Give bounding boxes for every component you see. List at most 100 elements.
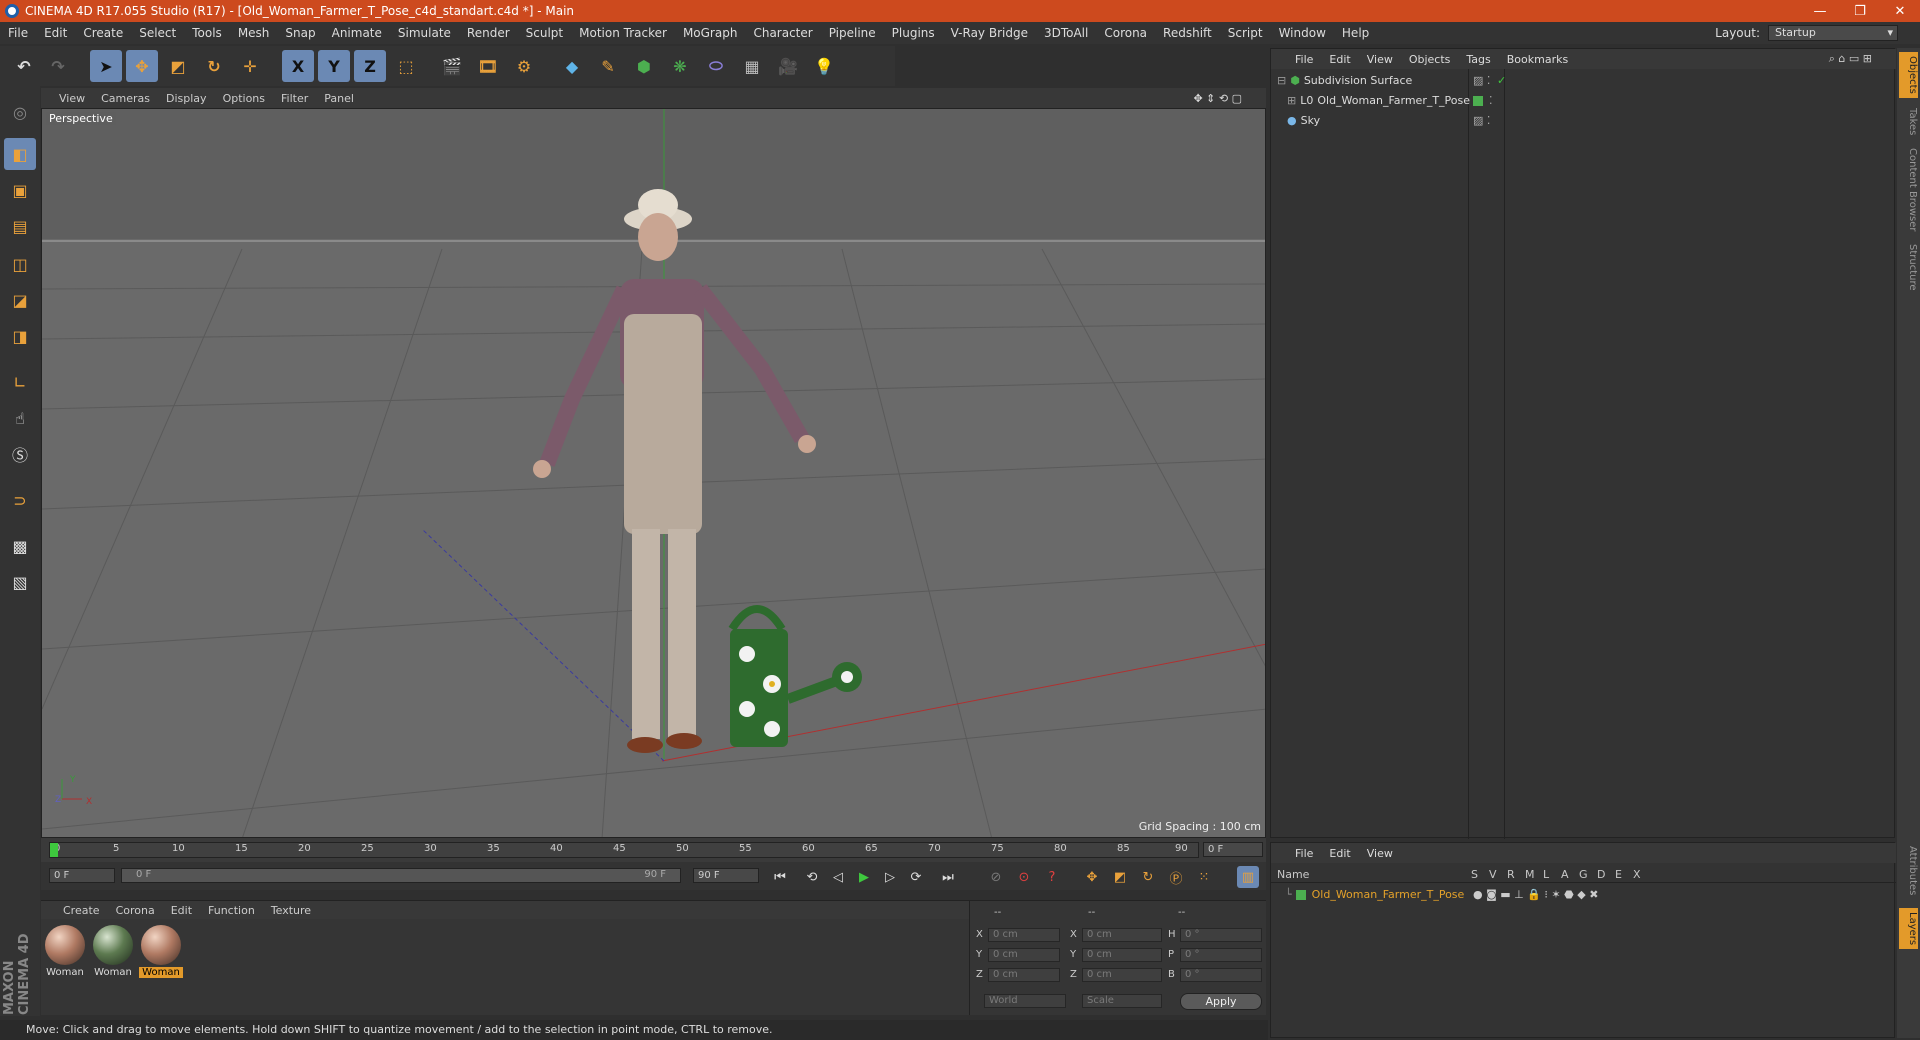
key-scale-icon[interactable]: ◩ [1109, 866, 1131, 888]
tweak-mode-icon[interactable]: ☝ [4, 402, 36, 434]
tab-structure[interactable]: Structure [1899, 240, 1918, 295]
position-y-field[interactable]: 0 cm [988, 948, 1060, 962]
floor-grid-icon[interactable]: ▦ [736, 50, 768, 82]
playhead[interactable] [50, 843, 58, 857]
model-mode-icon[interactable]: ◧ [4, 138, 36, 170]
menu-help[interactable]: Help [1334, 26, 1377, 40]
menu-animate[interactable]: Animate [324, 26, 390, 40]
layer-col[interactable]: S [1471, 868, 1489, 881]
object-row[interactable]: ⊞ L0 Old_Woman_Farmer_T_Pose ⁚ [1271, 91, 1896, 110]
layer-col[interactable]: M [1525, 868, 1543, 881]
viewport-menu-cameras[interactable]: Cameras [101, 92, 150, 105]
layer-col[interactable]: A [1561, 868, 1579, 881]
layer-col[interactable]: X [1633, 868, 1651, 881]
material-menu-function[interactable]: Function [208, 904, 255, 917]
minimize-icon[interactable]: — [1800, 0, 1840, 22]
menu-sculpt[interactable]: Sculpt [518, 26, 571, 40]
planar-workplane-icon[interactable]: ▧ [4, 566, 36, 598]
layer-col[interactable]: L [1543, 868, 1561, 881]
viewport-menu-view[interactable]: View [59, 92, 85, 105]
camera-icon[interactable]: 🎥 [772, 50, 804, 82]
material-menu-create[interactable]: Create [63, 904, 100, 917]
menu-tools[interactable]: Tools [184, 26, 230, 40]
coordinate-mode-select[interactable]: World [984, 994, 1066, 1008]
layer-toggles-icon[interactable]: ● ◙ ▬ ⊥ 🔒 ⁝ ✶ ⬣ ◆ ✖ [1473, 888, 1598, 901]
end-frame-field[interactable]: 90 F [693, 868, 759, 883]
menu-script[interactable]: Script [1220, 26, 1271, 40]
visibility-dots-icon[interactable]: ⁚ [1489, 94, 1493, 107]
locked-workplane-icon[interactable]: ▩ [4, 530, 36, 562]
render-settings-icon[interactable]: ⚙ [508, 50, 540, 82]
menu-3dtoall[interactable]: 3DToAll [1036, 26, 1096, 40]
start-frame-field[interactable]: 0 F [49, 868, 115, 883]
search-icon[interactable]: ⌕ ⌂ ▭ ⊞ [1829, 52, 1872, 66]
object-menu-view[interactable]: View [1367, 53, 1393, 66]
record-key-icon[interactable]: ⊙ [1013, 866, 1035, 888]
polygons-mode-icon[interactable]: ◨ [4, 320, 36, 352]
material-swatch[interactable]: Woman [91, 925, 135, 985]
x-axis-button[interactable]: X [282, 50, 314, 82]
layer-menu-file[interactable]: File [1295, 847, 1313, 860]
object-row[interactable]: ● Sky ▨ ⁚ [1271, 111, 1896, 130]
position-z-field[interactable]: 0 cm [988, 968, 1060, 982]
size-mode-select[interactable]: Scale [1082, 994, 1162, 1008]
menu-redshift[interactable]: Redshift [1155, 26, 1220, 40]
motion-path-icon[interactable]: ⊘ [985, 866, 1007, 888]
play-icon[interactable]: ▶ [853, 866, 875, 888]
menu-window[interactable]: Window [1271, 26, 1334, 40]
menu-render[interactable]: Render [459, 26, 518, 40]
menu-pipeline[interactable]: Pipeline [821, 26, 884, 40]
autokey-icon[interactable]: ? [1041, 866, 1063, 888]
menu-snap[interactable]: Snap [277, 26, 323, 40]
live-selection-icon[interactable]: ✛ [234, 50, 266, 82]
make-editable-icon[interactable]: ◎ [4, 96, 36, 128]
pen-spline-icon[interactable]: ✎ [592, 50, 624, 82]
range-slider[interactable]: 0 F 90 F [121, 868, 681, 883]
material-swatch[interactable]: Woman [43, 925, 87, 985]
object-menu-bookmarks[interactable]: Bookmarks [1507, 53, 1568, 66]
tab-takes[interactable]: Takes [1899, 104, 1918, 139]
restore-icon[interactable]: ❐ [1840, 0, 1880, 22]
timeline-window-icon[interactable]: ▥ [1237, 866, 1259, 888]
menu-simulate[interactable]: Simulate [390, 26, 459, 40]
key-position-icon[interactable]: ✥ [1081, 866, 1103, 888]
layer-menu-view[interactable]: View [1367, 847, 1393, 860]
apply-button[interactable]: Apply [1180, 993, 1262, 1010]
layer-col[interactable]: E [1615, 868, 1633, 881]
menu-plugins[interactable]: Plugins [884, 26, 943, 40]
viewport-menu-panel[interactable]: Panel [324, 92, 354, 105]
layer-col[interactable]: V [1489, 868, 1507, 881]
tab-attributes[interactable]: Attributes [1899, 842, 1918, 899]
rotation-h-field[interactable]: 0 ° [1180, 928, 1262, 942]
step-back-icon[interactable]: ◁ [827, 866, 849, 888]
select-arrow-icon[interactable]: ➤ [90, 50, 122, 82]
magnet-icon[interactable]: ⊃ [4, 484, 36, 516]
layout-select[interactable]: Startup ▾ [1768, 25, 1898, 41]
menu-mograph[interactable]: MoGraph [675, 26, 746, 40]
tab-layers[interactable]: Layers [1899, 908, 1918, 950]
menu-motion-tracker[interactable]: Motion Tracker [571, 26, 675, 40]
viewport-menu-options[interactable]: Options [223, 92, 265, 105]
viewport-nav-icon[interactable]: ✥ ⇕ ⟲ ▢ [1193, 92, 1242, 105]
position-x-field[interactable]: 0 cm [988, 928, 1060, 942]
menu-create[interactable]: Create [75, 26, 131, 40]
layer-row[interactable]: └ Old_Woman_Farmer_T_Pose ● ◙ ▬ ⊥ 🔒 ⁝ ✶ … [1271, 885, 1896, 904]
menu-mesh[interactable]: Mesh [230, 26, 278, 40]
timeline[interactable]: 0 5 10 15 20 25 30 35 40 45 50 55 60 65 … [41, 838, 1266, 862]
layer-col[interactable]: G [1579, 868, 1597, 881]
key-pla-icon[interactable]: ⁙ [1193, 866, 1215, 888]
layer-menu-edit[interactable]: Edit [1329, 847, 1350, 860]
key-parameter-icon[interactable]: Ⓟ [1165, 866, 1187, 888]
material-menu-edit[interactable]: Edit [171, 904, 192, 917]
cube-primitive-icon[interactable]: ◆ [556, 50, 588, 82]
visibility-dots-icon[interactable]: ▨ ⁚ [1473, 114, 1490, 127]
layer-color-swatch[interactable] [1295, 889, 1306, 900]
enabled-check-icon[interactable]: ✓ [1497, 74, 1506, 87]
size-z-field[interactable]: 0 cm [1082, 968, 1162, 982]
object-menu-objects[interactable]: Objects [1409, 53, 1451, 66]
render-view-icon[interactable]: 🎬 [436, 50, 468, 82]
menu-edit[interactable]: Edit [36, 26, 75, 40]
rotation-p-field[interactable]: 0 ° [1180, 948, 1262, 962]
visibility-dots-icon[interactable]: ▨ ⁚ [1473, 74, 1490, 87]
object-menu-file[interactable]: File [1295, 53, 1313, 66]
